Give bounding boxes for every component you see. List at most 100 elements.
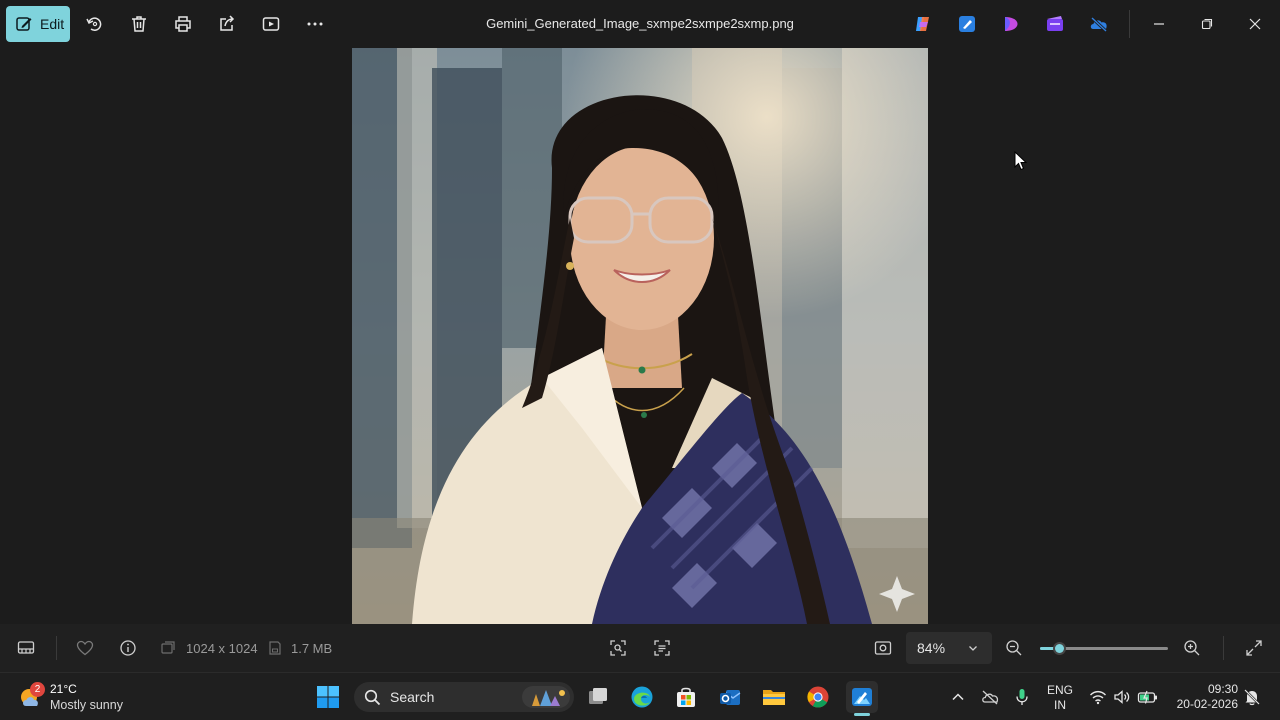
chevron-up-icon [951, 690, 965, 704]
filmstrip-button[interactable] [14, 636, 38, 660]
minimize-button[interactable] [1144, 10, 1174, 38]
microphone-tray-button[interactable] [1010, 685, 1034, 709]
weather-condition: Mostly sunny [50, 698, 123, 712]
microphone-icon [1014, 688, 1030, 706]
taskbar-search-box[interactable]: Search [354, 682, 574, 712]
chrome-browser-icon [806, 685, 830, 709]
active-app-indicator [854, 713, 870, 716]
onedrive-tray-button[interactable] [978, 685, 1002, 709]
photos-app-icon [850, 685, 874, 709]
zoom-slider-thumb[interactable] [1053, 642, 1067, 655]
play-icon [261, 14, 281, 34]
volume-tray-button[interactable] [1110, 685, 1134, 709]
slideshow-button[interactable] [257, 10, 285, 38]
edge-browser-icon [630, 685, 654, 709]
cloud-offline-icon [980, 688, 1000, 706]
notifications-button[interactable] [1240, 685, 1264, 709]
print-button[interactable] [169, 10, 197, 38]
minimize-icon [1153, 18, 1165, 30]
taskbar-store[interactable] [670, 681, 702, 713]
zoom-slider[interactable] [1040, 642, 1168, 655]
image-dimensions-icon [160, 640, 176, 656]
image-viewer-canvas[interactable] [0, 48, 1280, 624]
info-icon [119, 639, 137, 657]
clipchamp-button[interactable] [1043, 12, 1067, 36]
taskbar-chrome[interactable] [802, 681, 834, 713]
fit-screen-icon [874, 639, 892, 657]
onedrive-offline-icon [1088, 14, 1110, 34]
video-editor-icon [1045, 14, 1065, 34]
clock-time: 09:30 [1207, 682, 1238, 696]
expand-icon [1245, 639, 1263, 657]
rotate-icon [85, 14, 105, 34]
wifi-icon [1089, 689, 1107, 705]
edit-button[interactable]: Edit [6, 6, 70, 42]
weather-temperature: 21°C [50, 682, 77, 696]
printer-icon [173, 14, 193, 34]
top-toolbar: Edit Gemini_Generated_Image_sxmpe2sxmpe2… [0, 0, 1280, 48]
share-button[interactable] [213, 10, 241, 38]
clock-date: 20-02-2026 [1176, 697, 1238, 711]
start-button[interactable] [312, 681, 344, 713]
battery-tray-button[interactable] [1136, 685, 1160, 709]
taskbar-edge[interactable] [626, 681, 658, 713]
portrait-illustration [352, 48, 928, 624]
visual-search-button[interactable] [606, 636, 630, 660]
windows-taskbar: 2 21°C Mostly sunny Search ENG IN 09:30 … [0, 672, 1280, 720]
microsoft-store-icon [674, 685, 698, 709]
copilot-button[interactable] [911, 12, 935, 36]
restore-icon [1201, 18, 1213, 30]
task-view-button[interactable] [582, 681, 614, 713]
trash-icon [129, 14, 149, 34]
share-icon [217, 14, 237, 34]
restore-button[interactable] [1192, 10, 1222, 38]
search-icon [364, 689, 381, 706]
close-button[interactable] [1240, 10, 1270, 38]
photo-edit-icon [957, 14, 977, 34]
speaker-icon [1113, 689, 1131, 705]
delete-button[interactable] [125, 10, 153, 38]
more-options-button[interactable] [301, 10, 329, 38]
taskbar-clock[interactable]: 09:30 20-02-2026 [1170, 682, 1238, 712]
task-view-icon [586, 685, 610, 709]
edit-icon [15, 15, 33, 33]
onedrive-button[interactable] [1087, 12, 1111, 36]
taskbar-outlook[interactable] [714, 681, 746, 713]
heart-icon [76, 639, 94, 657]
rotate-button[interactable] [81, 10, 109, 38]
input-language-indicator[interactable]: ENG IN [1045, 683, 1075, 713]
status-separator [1223, 636, 1224, 660]
wifi-tray-button[interactable] [1086, 685, 1110, 709]
displayed-photo[interactable] [352, 48, 928, 624]
designer-button[interactable] [999, 12, 1023, 36]
favorite-button[interactable] [73, 636, 97, 660]
folder-icon [761, 685, 787, 709]
fit-to-window-button[interactable] [871, 636, 895, 660]
taskbar-photos[interactable] [846, 681, 878, 713]
taskbar-file-explorer[interactable] [758, 681, 790, 713]
extract-text-button[interactable] [650, 636, 674, 660]
full-screen-button[interactable] [1242, 636, 1266, 660]
zoom-level-value: 84% [917, 640, 946, 656]
edit-button-label: Edit [40, 16, 65, 32]
notification-bell-icon [1243, 688, 1261, 706]
show-hidden-icons-button[interactable] [946, 685, 970, 709]
weather-widget[interactable]: 2 21°C Mostly sunny [18, 679, 123, 715]
file-name-title: Gemini_Generated_Image_sxmpe2sxmpe2sxmp.… [486, 16, 794, 31]
text-scan-icon [653, 639, 671, 657]
zoom-in-button[interactable] [1180, 636, 1204, 660]
status-separator [56, 636, 57, 660]
zoom-level-dropdown[interactable]: 84% [906, 632, 992, 664]
file-info-button[interactable] [116, 636, 140, 660]
zoom-out-icon [1005, 639, 1023, 657]
photos-editor-button[interactable] [955, 12, 979, 36]
windows-logo-icon [316, 685, 340, 709]
designer-icon [1001, 14, 1021, 34]
weather-sun-cloud-icon: 2 [18, 682, 45, 710]
file-size: 1.7 MB [291, 641, 333, 656]
language-code: ENG [1046, 683, 1073, 697]
outlook-mail-icon [718, 685, 742, 709]
mouse-cursor-icon [1014, 151, 1028, 171]
search-label: Search [390, 689, 435, 705]
zoom-out-button[interactable] [1002, 636, 1026, 660]
